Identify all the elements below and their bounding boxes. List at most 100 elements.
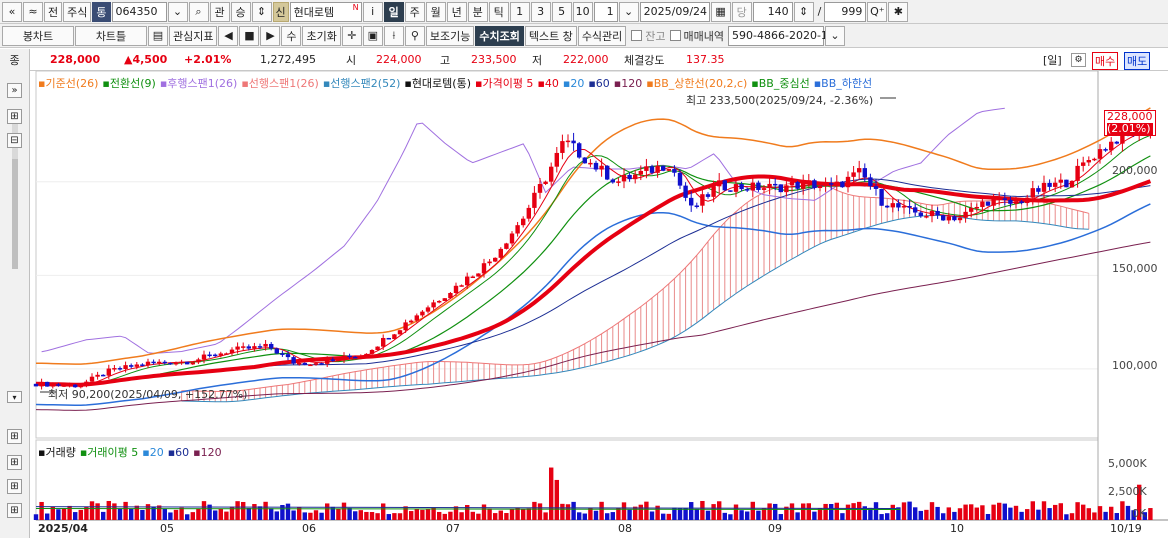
candle-body: [263, 343, 268, 347]
candle-body: [526, 207, 531, 219]
candle-body: [829, 183, 834, 185]
candle-body: [358, 355, 363, 358]
candle-body: [997, 198, 1002, 200]
volume-bar: [526, 508, 531, 520]
volume-bar: [571, 501, 576, 520]
candle-body: [795, 181, 800, 189]
candle-body: [1075, 165, 1080, 181]
volume-bar: [274, 511, 279, 520]
main-legend-item-13: ▪BB_하한선: [813, 77, 873, 90]
candle-body: [1002, 198, 1007, 200]
candle-body: [33, 383, 39, 387]
volume-bar: [1053, 504, 1058, 520]
volume-bar: [907, 501, 912, 520]
candle-body: [834, 181, 839, 185]
candle-body: [291, 357, 296, 364]
volume-bar: [722, 512, 727, 520]
candle-body: [801, 180, 806, 189]
candle-body: [946, 216, 951, 221]
volume-bar: [78, 509, 83, 520]
volume-bar: [829, 504, 834, 520]
candle-body: [453, 285, 459, 294]
price-axis-100000: 100,000: [1112, 359, 1158, 372]
main-legend-item-11: ▪BB_상한선(20,2,c): [646, 77, 748, 90]
volume-bar: [173, 509, 179, 520]
volume-bar: [196, 508, 201, 520]
candle-body: [873, 186, 879, 189]
main-legend-item-8: ▪20: [562, 77, 585, 90]
volume-bar: [840, 513, 845, 520]
candle-body: [274, 348, 279, 354]
candle-body: [554, 152, 559, 167]
candle-body: [1025, 197, 1030, 204]
candle-body: [599, 165, 604, 170]
candle-body: [437, 300, 442, 303]
candle-body: [633, 174, 638, 180]
candle-body: [728, 190, 733, 192]
volume-bar: [168, 512, 173, 520]
candle-body: [974, 206, 979, 209]
main-legend-item-10: ▪120: [613, 77, 643, 90]
volume-bar: [666, 513, 671, 520]
volume-bar: [375, 513, 380, 520]
candle-body: [913, 207, 918, 213]
candle-body: [515, 225, 520, 234]
candle-body: [733, 184, 739, 192]
volume-legend: ▪거래량 ▪거래이평 5 ▪20 ▪60 ▪120: [38, 444, 226, 460]
candle-body: [207, 354, 212, 357]
candle-body: [885, 205, 890, 208]
volume-bar: [599, 501, 604, 520]
volume-bar: [521, 509, 526, 520]
candle-body: [369, 349, 375, 354]
volume-bar: [946, 507, 951, 520]
volume-bar: [235, 501, 240, 520]
volume-bar: [448, 511, 453, 520]
volume-bar: [470, 511, 475, 520]
candle-body: [302, 362, 307, 365]
date-axis-07: 07: [446, 522, 460, 535]
volume-bar: [498, 510, 503, 520]
candle-body: [621, 174, 627, 182]
volume-bar: [140, 509, 145, 520]
volume-bar: [728, 514, 733, 520]
volume-bar: [1075, 502, 1080, 520]
candle-body: [1019, 201, 1024, 204]
candle-body: [140, 364, 145, 366]
volume-bar: [353, 511, 358, 520]
volume-bar: [493, 513, 498, 520]
volume-bar: [252, 504, 257, 520]
candle-body: [134, 364, 139, 367]
main-legend-item-12: ▪BB_중심선: [751, 77, 810, 90]
volume-bar: [45, 513, 50, 520]
volume-bar: [246, 507, 251, 520]
volume-bar: [213, 510, 218, 520]
volume-bar: [985, 513, 991, 520]
candle-body: [425, 307, 431, 312]
current-price-marker-pct: (2.01%): [1107, 122, 1153, 135]
volume-bar: [61, 508, 67, 520]
volume-bar: [890, 504, 895, 520]
candle-body: [560, 141, 565, 153]
volume-bar: [403, 506, 408, 520]
candle-body: [1086, 160, 1091, 163]
volume-bar: [991, 504, 996, 520]
candle-body: [168, 362, 173, 365]
volume-bar: [1081, 504, 1086, 520]
candle-body: [1064, 179, 1069, 188]
candle-body: [285, 354, 291, 358]
volume-bar: [1097, 506, 1103, 520]
volume-bar: [694, 508, 699, 520]
candle-body: [588, 162, 593, 165]
main-legend: ▪기준선(26) ▪전환선(9) ▪후행스팬1(26) ▪선행스팬1(26) ▪선행스팬…: [38, 75, 876, 91]
candle-body: [448, 293, 453, 299]
volume-bar: [263, 501, 268, 520]
date-axis-10: 10: [950, 522, 964, 535]
candle-body: [789, 181, 795, 186]
main-legend-item-7: ▪40: [537, 77, 559, 90]
candle-body: [750, 182, 755, 191]
volume-bar: [549, 467, 554, 520]
candle-body: [498, 248, 503, 258]
candle-body: [907, 206, 912, 208]
volume-bar: [834, 502, 839, 520]
candle-body: [123, 365, 128, 370]
